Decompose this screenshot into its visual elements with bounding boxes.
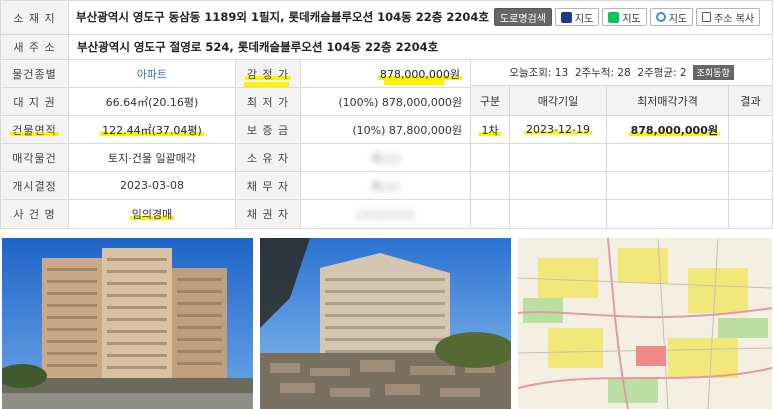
naver-icon	[608, 11, 620, 23]
owner-label: 소 유 자	[236, 144, 300, 171]
auction-row-round-text: 1차	[479, 121, 501, 138]
highlight-mark	[384, 80, 444, 85]
decision-label: 개시결정	[1, 172, 68, 199]
auction-header-date: 매각기일	[510, 86, 606, 115]
daum-icon	[560, 11, 572, 23]
minimum-label: 최 저 가	[236, 88, 300, 115]
decision-value: 2023-03-08	[120, 179, 184, 192]
road-address-label: 새 주 소	[1, 35, 68, 59]
lot-address-label: 소 재 지	[1, 1, 68, 34]
land-right-value: 66.64㎡(20.16평)	[105, 95, 199, 109]
building-photo-1[interactable]	[2, 238, 253, 409]
building-photo-2[interactable]	[260, 238, 511, 409]
auction-row-date-text: 2023-12-19	[524, 123, 592, 136]
land-right-label: 대 지 권	[1, 88, 68, 115]
property-type-value[interactable]: 아파트	[69, 60, 235, 87]
case-type-value: 임의경매	[69, 200, 235, 228]
copy-address-button[interactable]: 주소 복사	[696, 8, 761, 26]
building-area-label-text: 건물면적	[10, 121, 59, 138]
view-stats-text: 오늘조회: 13 2주누적: 28 2주평균: 2	[509, 67, 687, 79]
lot-address-row: 부산광역시 영도구 동삼동 1189외 1필지, 롯데캐슬블루오션 104동 2…	[68, 0, 773, 34]
auction-row-result	[729, 116, 772, 143]
debtor-value: 최○○	[370, 179, 401, 193]
auction-row-date: 2023-12-19	[510, 116, 606, 143]
daum-map-label: 지도	[574, 13, 594, 25]
view-stats: 오늘조회: 13 2주누적: 28 2주평균: 2 조회동향	[471, 60, 772, 85]
creditor-value: ○○○○○○	[356, 207, 415, 221]
sale-object-label: 매각물건	[1, 144, 68, 171]
auction-row-price-text: 878,000,000원	[628, 121, 720, 138]
daum-map-button[interactable]: 지도	[554, 8, 600, 26]
case-type-value-text: 임의경매	[129, 206, 175, 222]
auction-header-price: 최저매각가격	[607, 86, 728, 115]
auction-row-round[interactable]: 1차	[471, 116, 509, 143]
border-bottom	[0, 228, 773, 229]
google-map-label: 지도	[668, 13, 688, 25]
auction-row-price: 878,000,000원	[607, 116, 728, 143]
debtor-label: 채 무 자	[236, 172, 300, 199]
sale-object-value: 토지·건물 일괄매각	[108, 151, 196, 165]
deposit-label: 보 증 금	[236, 116, 300, 143]
location-map[interactable]	[518, 238, 772, 409]
building-area-value-text: 122.44㎡(37.04평)	[100, 121, 204, 138]
auction-header-round: 구분	[471, 86, 509, 115]
copy-icon	[702, 12, 712, 22]
property-type-label: 물건종별	[1, 60, 68, 87]
copy-address-label: 주소 복사	[714, 13, 755, 25]
owner-value: 최○○	[370, 151, 401, 165]
road-address-value: 부산광역시 영도구 절영로 524, 롯데캐슬블루오션 104동 22층 220…	[77, 40, 439, 54]
case-type-label: 사 건 명	[1, 200, 68, 228]
building-area-value: 122.44㎡(37.04평)	[69, 116, 235, 143]
naver-map-button[interactable]: 지도	[602, 8, 647, 26]
appraisal-label-text: 감 정 가	[244, 65, 292, 82]
road-search-button[interactable]: 도로명검색	[493, 8, 552, 26]
lot-address-value: 부산광역시 영도구 동삼동 1189외 1필지, 롯데캐슬블루오션 104동 2…	[76, 10, 489, 24]
deposit-value: (10%) 87,800,000원	[352, 123, 462, 137]
google-map-button[interactable]: 지도	[649, 8, 694, 26]
naver-map-label: 지도	[622, 13, 641, 25]
google-icon	[655, 12, 666, 22]
minimum-value: (100%) 878,000,000원	[338, 95, 462, 109]
highlight-mark	[244, 82, 289, 87]
building-area-label: 건물면적	[1, 116, 68, 143]
auction-header-result: 결과	[729, 86, 772, 115]
view-trend-button[interactable]: 조회동향	[692, 65, 734, 80]
creditor-label: 채 권 자	[236, 200, 300, 228]
